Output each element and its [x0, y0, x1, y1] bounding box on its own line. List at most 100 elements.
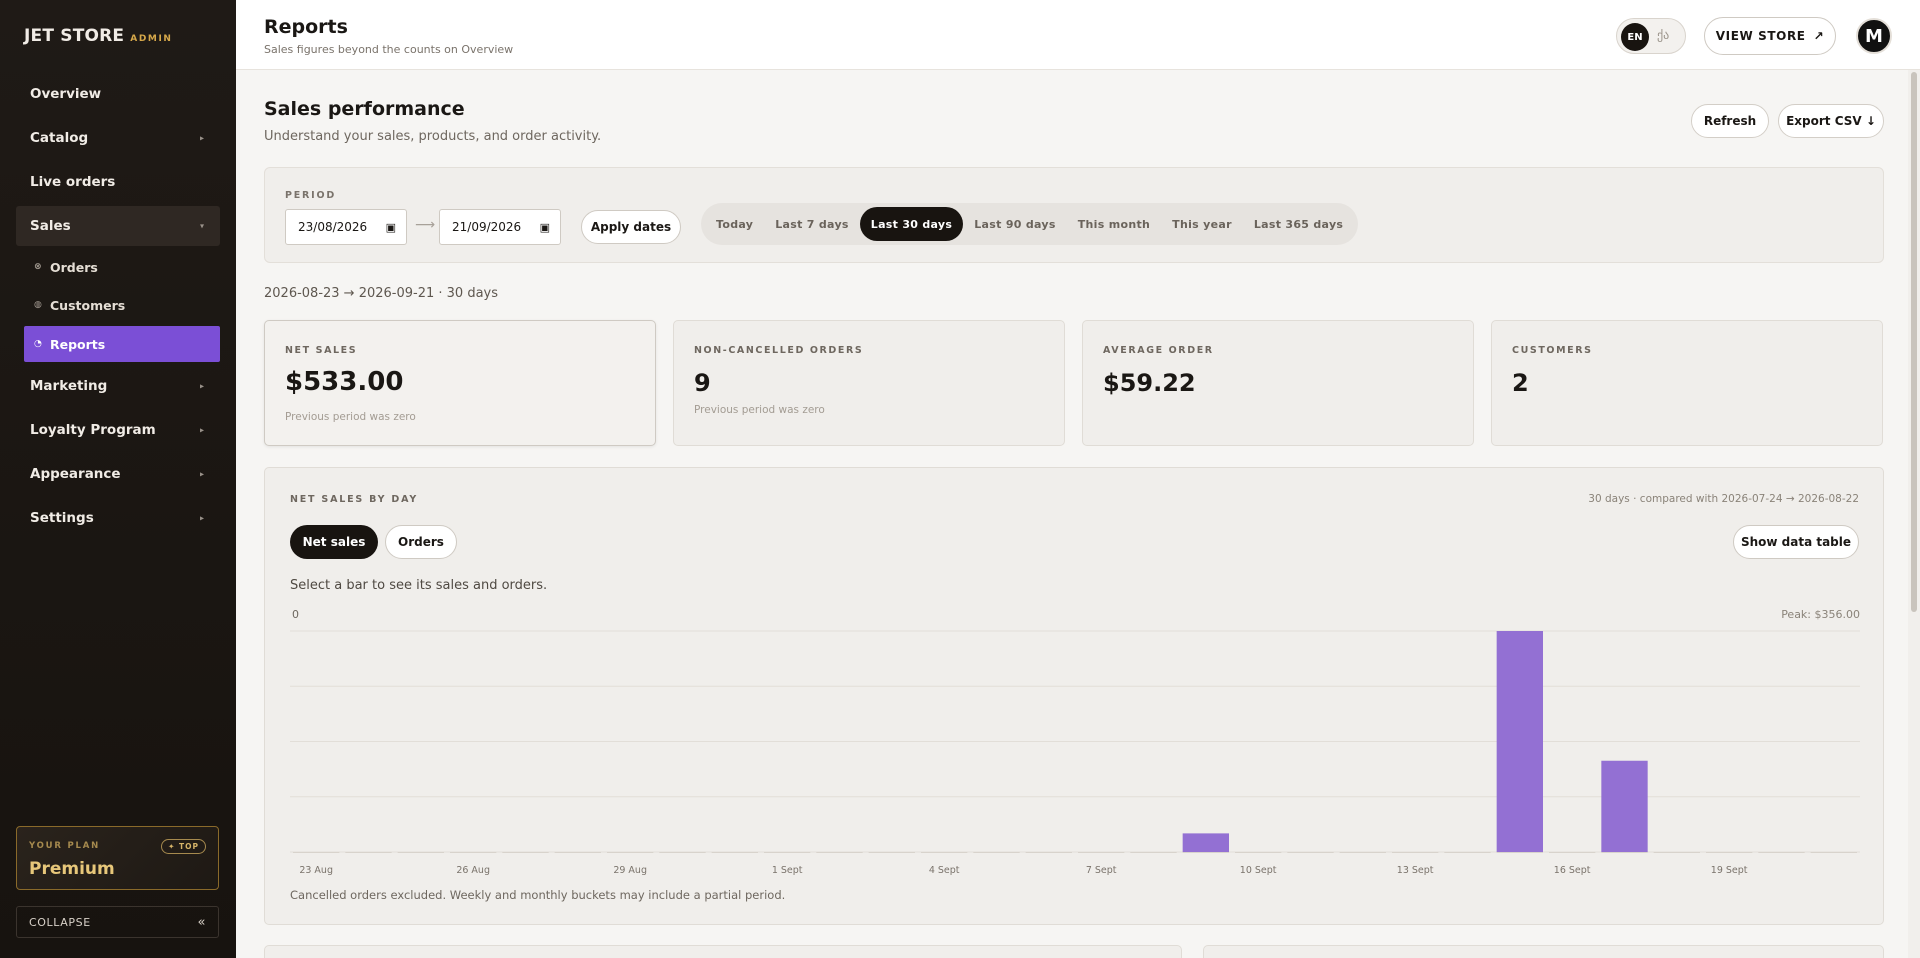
- stat-value: $533.00: [285, 367, 404, 397]
- sidebar-item-label: Settings: [30, 510, 94, 526]
- sidebar-item-label: Marketing: [30, 378, 108, 394]
- sidebar-subitem-reports[interactable]: ◔ Reports: [24, 326, 220, 362]
- stat-value: 9: [694, 369, 711, 397]
- sidebar-item-label: Overview: [30, 86, 102, 102]
- sidebar-item-overview[interactable]: Overview: [0, 72, 236, 116]
- period-filter: PERIOD 23/08/2026 ▣ ⟶ 21/09/2026 ▣ Apply…: [264, 167, 1884, 263]
- view-store-label: VIEW STORE: [1715, 29, 1806, 43]
- chevron-right-icon: ▸: [199, 469, 204, 479]
- sidebar-item-sales[interactable]: Sales ▾: [16, 206, 220, 246]
- plan-card[interactable]: YOUR PLAN ✦ TOP Premium: [16, 826, 219, 890]
- collapse-button[interactable]: COLLAPSE «: [16, 906, 219, 938]
- range-this-month[interactable]: This month: [1067, 207, 1161, 241]
- language-ka-option[interactable]: ქა: [1657, 28, 1669, 42]
- collapse-label: COLLAPSE: [29, 915, 91, 929]
- range-this-year[interactable]: This year: [1161, 207, 1243, 241]
- sidebar: JET STORE ADMIN Overview Catalog ▸ Live …: [0, 0, 236, 958]
- page-title: Reports: [264, 16, 348, 38]
- sidebar-nav: Overview Catalog ▸ Live orders Sales ▾ ⊗…: [0, 72, 236, 540]
- stat-note: Previous period was zero: [285, 411, 416, 423]
- date-from-value: 23/08/2026: [298, 220, 368, 234]
- bottom-card-left: [264, 945, 1182, 958]
- period-label: PERIOD: [285, 190, 337, 201]
- stat-label: CUSTOMERS: [1512, 345, 1593, 356]
- net-sales-bar-chart: 0 Peak: $356.00 23 Aug 26 Aug 29 Aug 1 Sept 4 …: [290, 608, 1860, 876]
- arrow-right-icon: ⟶: [415, 217, 436, 233]
- x-tick-label: 1 Sept: [772, 865, 803, 876]
- range-last-30-days[interactable]: Last 30 days: [859, 207, 964, 241]
- x-tick-label: 16 Sept: [1554, 865, 1591, 876]
- section-subtitle: Understand your sales, products, and ord…: [264, 129, 602, 144]
- plan-label: YOUR PLAN: [29, 841, 101, 851]
- brand-sub: ADMIN: [130, 34, 173, 44]
- stat-label: NET SALES: [285, 345, 358, 356]
- stat-card-average-order[interactable]: AVERAGE ORDER $59.22: [1082, 320, 1474, 446]
- range-last-365-days[interactable]: Last 365 days: [1243, 207, 1354, 241]
- calendar-icon[interactable]: ▣: [386, 221, 396, 234]
- stat-label: NON-CANCELLED ORDERS: [694, 345, 864, 356]
- export-csv-button[interactable]: Export CSV ↓: [1778, 104, 1884, 138]
- bottom-card-right: [1203, 945, 1884, 958]
- range-presets: Today Last 7 days Last 30 days Last 90 d…: [701, 203, 1359, 245]
- sidebar-item-settings[interactable]: Settings ▸: [0, 496, 236, 540]
- range-today[interactable]: Today: [705, 207, 764, 241]
- date-to-input[interactable]: 21/09/2026 ▣: [439, 209, 561, 245]
- sidebar-item-label: Loyalty Program: [30, 422, 156, 438]
- x-tick-label: 7 Sept: [1086, 865, 1117, 876]
- date-from-input[interactable]: 23/08/2026 ▣: [285, 209, 407, 245]
- brand-logo[interactable]: JET STORE ADMIN: [24, 26, 173, 46]
- view-store-button[interactable]: VIEW STORE ↗: [1704, 17, 1836, 55]
- double-chevron-left-icon: «: [197, 914, 206, 930]
- range-last-7-days[interactable]: Last 7 days: [764, 207, 860, 241]
- x-tick-label: 13 Sept: [1397, 865, 1434, 876]
- calendar-icon[interactable]: ▣: [540, 221, 550, 234]
- sidebar-item-loyalty-program[interactable]: Loyalty Program ▸: [0, 408, 236, 452]
- x-tick-label: 23 Aug: [299, 865, 333, 876]
- stat-value: 2: [1512, 369, 1529, 397]
- x-tick-label: 29 Aug: [613, 865, 647, 876]
- stat-card-customers[interactable]: CUSTOMERS 2: [1491, 320, 1883, 446]
- chevron-right-icon: ▸: [199, 425, 204, 435]
- sidebar-item-label: Catalog: [30, 130, 89, 146]
- chevron-right-icon: ▸: [199, 381, 204, 391]
- sidebar-item-live-orders[interactable]: Live orders: [0, 160, 236, 204]
- chevron-right-icon: ▸: [199, 513, 204, 523]
- language-switcher[interactable]: EN ქა: [1616, 18, 1686, 54]
- avatar[interactable]: M: [1856, 18, 1892, 54]
- bar-15-sept[interactable]: [1496, 631, 1543, 852]
- apply-dates-button[interactable]: Apply dates: [581, 210, 681, 244]
- plan-tag-badge: ✦ TOP: [161, 839, 206, 854]
- date-to-value: 21/09/2026: [452, 220, 522, 234]
- customers-icon: ◍: [34, 300, 42, 310]
- y-axis-top-label: 0: [292, 608, 299, 621]
- range-last-90-days[interactable]: Last 90 days: [963, 207, 1066, 241]
- refresh-button[interactable]: Refresh: [1691, 104, 1769, 138]
- x-tick-label: 10 Sept: [1240, 865, 1277, 876]
- sidebar-item-label: Live orders: [30, 174, 116, 190]
- stat-label: AVERAGE ORDER: [1103, 345, 1214, 356]
- range-info: 2026-08-23 → 2026-09-21 · 30 days: [264, 286, 499, 301]
- bar-17-sept[interactable]: [1601, 760, 1648, 852]
- stat-note: Previous period was zero: [694, 404, 825, 416]
- sidebar-subitem-orders[interactable]: ⊗ Orders: [0, 248, 236, 286]
- plan-name: Premium: [29, 859, 115, 879]
- sidebar-item-label: Appearance: [30, 466, 121, 482]
- sidebar-item-catalog[interactable]: Catalog ▸: [0, 116, 236, 160]
- page-scrollbar-thumb[interactable]: [1911, 72, 1917, 612]
- chevron-right-icon: ▸: [199, 133, 204, 143]
- bar-9-sept[interactable]: [1182, 833, 1229, 852]
- section-title: Sales performance: [264, 98, 465, 120]
- external-link-icon: ↗: [1813, 29, 1825, 43]
- chevron-down-icon: ▾: [199, 221, 204, 231]
- sidebar-subitem-label: Customers: [50, 297, 126, 313]
- chart-footnote: Cancelled orders excluded. Weekly and mo…: [290, 888, 786, 902]
- sidebar-item-marketing[interactable]: Marketing ▸: [0, 364, 236, 408]
- stat-card-net-sales[interactable]: NET SALES $533.00 Previous period was ze…: [264, 320, 656, 446]
- sidebar-item-appearance[interactable]: Appearance ▸: [0, 452, 236, 496]
- stat-card-orders[interactable]: NON-CANCELLED ORDERS 9 Previous period w…: [673, 320, 1065, 446]
- reports-icon: ◔: [34, 339, 42, 349]
- sidebar-subitem-customers[interactable]: ◍ Customers: [0, 286, 236, 324]
- language-en-option[interactable]: EN: [1621, 23, 1649, 51]
- peak-label: Peak: $356.00: [1781, 608, 1860, 621]
- sidebar-subitem-label: Reports: [50, 336, 106, 352]
